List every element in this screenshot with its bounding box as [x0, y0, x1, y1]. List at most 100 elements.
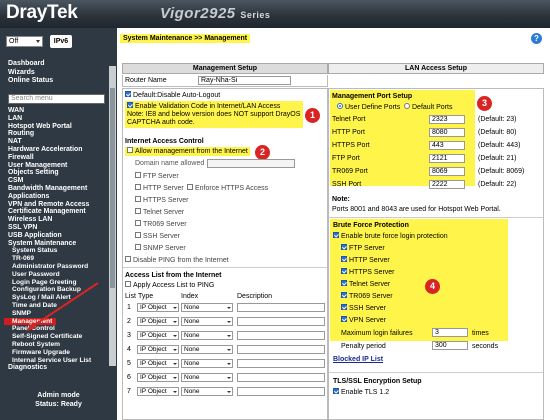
- sidebar-item-wizards[interactable]: Wizards: [8, 69, 53, 78]
- submenu-item[interactable]: Firmware Upgrade: [8, 349, 112, 357]
- tls12-row[interactable]: Enable TLS 1.2: [333, 388, 389, 397]
- checkbox-icon[interactable]: [341, 268, 347, 275]
- sidebar-item[interactable]: SSL VPN: [8, 224, 112, 232]
- sidebar-item[interactable]: Routing: [8, 130, 112, 138]
- sidebar-item-system-maintenance[interactable]: System Maintenance: [8, 240, 112, 248]
- disable-ping-row[interactable]: Disable PING from the Internet: [125, 256, 229, 265]
- bfp-ftp-row[interactable]: FTP Server: [341, 244, 385, 253]
- sidebar-item[interactable]: VPN and Remote Access: [8, 201, 112, 209]
- submenu-item[interactable]: SysLog / Mail Alert: [8, 294, 112, 302]
- sidebar-item[interactable]: Firewall: [8, 154, 112, 162]
- type-select[interactable]: IP Object: [137, 373, 179, 382]
- help-icon[interactable]: ?: [531, 33, 542, 44]
- checkbox-icon[interactable]: [341, 244, 347, 251]
- max-failures-input[interactable]: 3: [432, 328, 468, 337]
- tab-management-setup[interactable]: Management Setup: [122, 63, 328, 74]
- ssh-port-input[interactable]: 2222: [429, 180, 465, 189]
- type-select[interactable]: IP Object: [137, 303, 179, 312]
- snmp-server-row[interactable]: SNMP Server: [135, 244, 186, 253]
- submenu-item[interactable]: SNMP: [8, 310, 112, 318]
- sidebar-scroll-thumb[interactable]: [110, 88, 115, 288]
- domain-input[interactable]: [207, 159, 295, 168]
- enforce-https-row[interactable]: Enforce HTTPS Access: [187, 184, 268, 193]
- type-select[interactable]: IP Object: [137, 317, 179, 326]
- sidebar-item[interactable]: Bandwidth Management: [8, 185, 112, 193]
- bfp-ssh-row[interactable]: SSH Server: [341, 304, 386, 313]
- checkbox-icon[interactable]: [135, 196, 141, 203]
- ssh-server-row[interactable]: SSH Server: [135, 232, 180, 241]
- sidebar-item-diagnostics[interactable]: Diagnostics: [8, 364, 112, 372]
- telnet-server-row[interactable]: Telnet Server: [135, 208, 184, 217]
- mode-select[interactable]: Off: [6, 36, 43, 47]
- sidebar-item[interactable]: Objects Setting: [8, 169, 112, 177]
- https-port-input[interactable]: 443: [429, 141, 465, 150]
- penalty-input[interactable]: 300: [432, 341, 468, 350]
- tab-lan-access-setup[interactable]: LAN Access Setup: [328, 63, 544, 74]
- submenu-item[interactable]: Reboot System: [8, 341, 112, 349]
- checkbox-icon[interactable]: [135, 220, 141, 227]
- description-input[interactable]: [237, 303, 325, 312]
- checkbox-icon[interactable]: [341, 292, 347, 299]
- http-port-input[interactable]: 8080: [429, 128, 465, 137]
- radio-icon[interactable]: [337, 103, 343, 110]
- sidebar-item[interactable]: NAT: [8, 138, 112, 146]
- router-name-input[interactable]: Ray-Nha-Si: [198, 76, 291, 85]
- checkbox-icon[interactable]: [333, 388, 339, 395]
- checkbox-icon[interactable]: [125, 91, 131, 98]
- submenu-item-management-active[interactable]: Management: [4, 317, 56, 326]
- submenu-item[interactable]: System Status: [8, 247, 112, 255]
- radio-icon[interactable]: [404, 103, 410, 110]
- description-input[interactable]: [237, 373, 325, 382]
- checkbox-icon[interactable]: [341, 256, 347, 263]
- validation-code-row[interactable]: Enable Validation Code in Internet/LAN A…: [127, 102, 280, 111]
- index-select[interactable]: None: [181, 373, 233, 382]
- index-select[interactable]: None: [181, 387, 233, 396]
- user-define-ports-option[interactable]: User Define Ports: [337, 103, 400, 112]
- ftp-port-input[interactable]: 2121: [429, 154, 465, 163]
- https-server-row[interactable]: HTTPS Server: [135, 196, 189, 205]
- tr069-server-row[interactable]: TR069 Server: [135, 220, 187, 229]
- checkbox-icon[interactable]: [135, 172, 141, 179]
- sidebar-item[interactable]: CSM: [8, 177, 112, 185]
- index-select[interactable]: None: [181, 359, 233, 368]
- sidebar-item[interactable]: LAN: [8, 115, 112, 123]
- description-input[interactable]: [237, 387, 325, 396]
- ftp-server-row[interactable]: FTP Server: [135, 172, 179, 181]
- submenu-item[interactable]: Panel Control: [8, 325, 112, 333]
- checkbox-icon[interactable]: [125, 256, 131, 263]
- allow-mgmt-row[interactable]: Allow management from the Internet: [125, 147, 250, 156]
- index-select[interactable]: None: [181, 345, 233, 354]
- description-input[interactable]: [237, 359, 325, 368]
- submenu-item[interactable]: TR-069: [8, 255, 112, 263]
- apply-access-row[interactable]: Apply Access List to PING: [125, 281, 214, 290]
- bfp-telnet-row[interactable]: Telnet Server: [341, 280, 390, 289]
- bfp-http-row[interactable]: HTTP Server: [341, 256, 390, 265]
- bfp-vpn-row[interactable]: VPN Server: [341, 316, 386, 325]
- index-select[interactable]: None: [181, 303, 233, 312]
- submenu-item[interactable]: User Password: [8, 271, 112, 279]
- sidebar-item[interactable]: Certificate Management: [8, 208, 112, 216]
- checkbox-icon[interactable]: [135, 232, 141, 239]
- checkbox-icon[interactable]: [341, 280, 347, 287]
- sidebar-item[interactable]: USB Application: [8, 232, 112, 240]
- sidebar-item[interactable]: Applications: [8, 193, 112, 201]
- checkbox-icon[interactable]: [135, 208, 141, 215]
- index-select[interactable]: None: [181, 331, 233, 340]
- submenu-item[interactable]: Login Page Greeting: [8, 279, 112, 287]
- bfp-tr069-row[interactable]: TR069 Server: [341, 292, 393, 301]
- checkbox-icon[interactable]: [341, 316, 347, 323]
- sidebar-item[interactable]: WAN: [8, 107, 112, 115]
- checkbox-icon[interactable]: [125, 281, 131, 288]
- auto-logout-row[interactable]: Default:Disable Auto-Logout: [125, 91, 220, 100]
- submenu-item[interactable]: Time and Date: [8, 302, 112, 310]
- checkbox-icon[interactable]: [333, 232, 339, 239]
- tr069-port-input[interactable]: 8069: [429, 167, 465, 176]
- sidebar-item[interactable]: User Management: [8, 162, 112, 170]
- checkbox-icon[interactable]: [135, 244, 141, 251]
- submenu-item[interactable]: Administrator Password: [8, 263, 112, 271]
- type-select[interactable]: IP Object: [137, 387, 179, 396]
- sidebar-item-online-status[interactable]: Online Status: [8, 77, 53, 86]
- ipv6-button[interactable]: IPv6: [50, 35, 72, 48]
- blocked-ip-link[interactable]: Blocked IP List: [333, 355, 383, 364]
- checkbox-icon[interactable]: [341, 304, 347, 311]
